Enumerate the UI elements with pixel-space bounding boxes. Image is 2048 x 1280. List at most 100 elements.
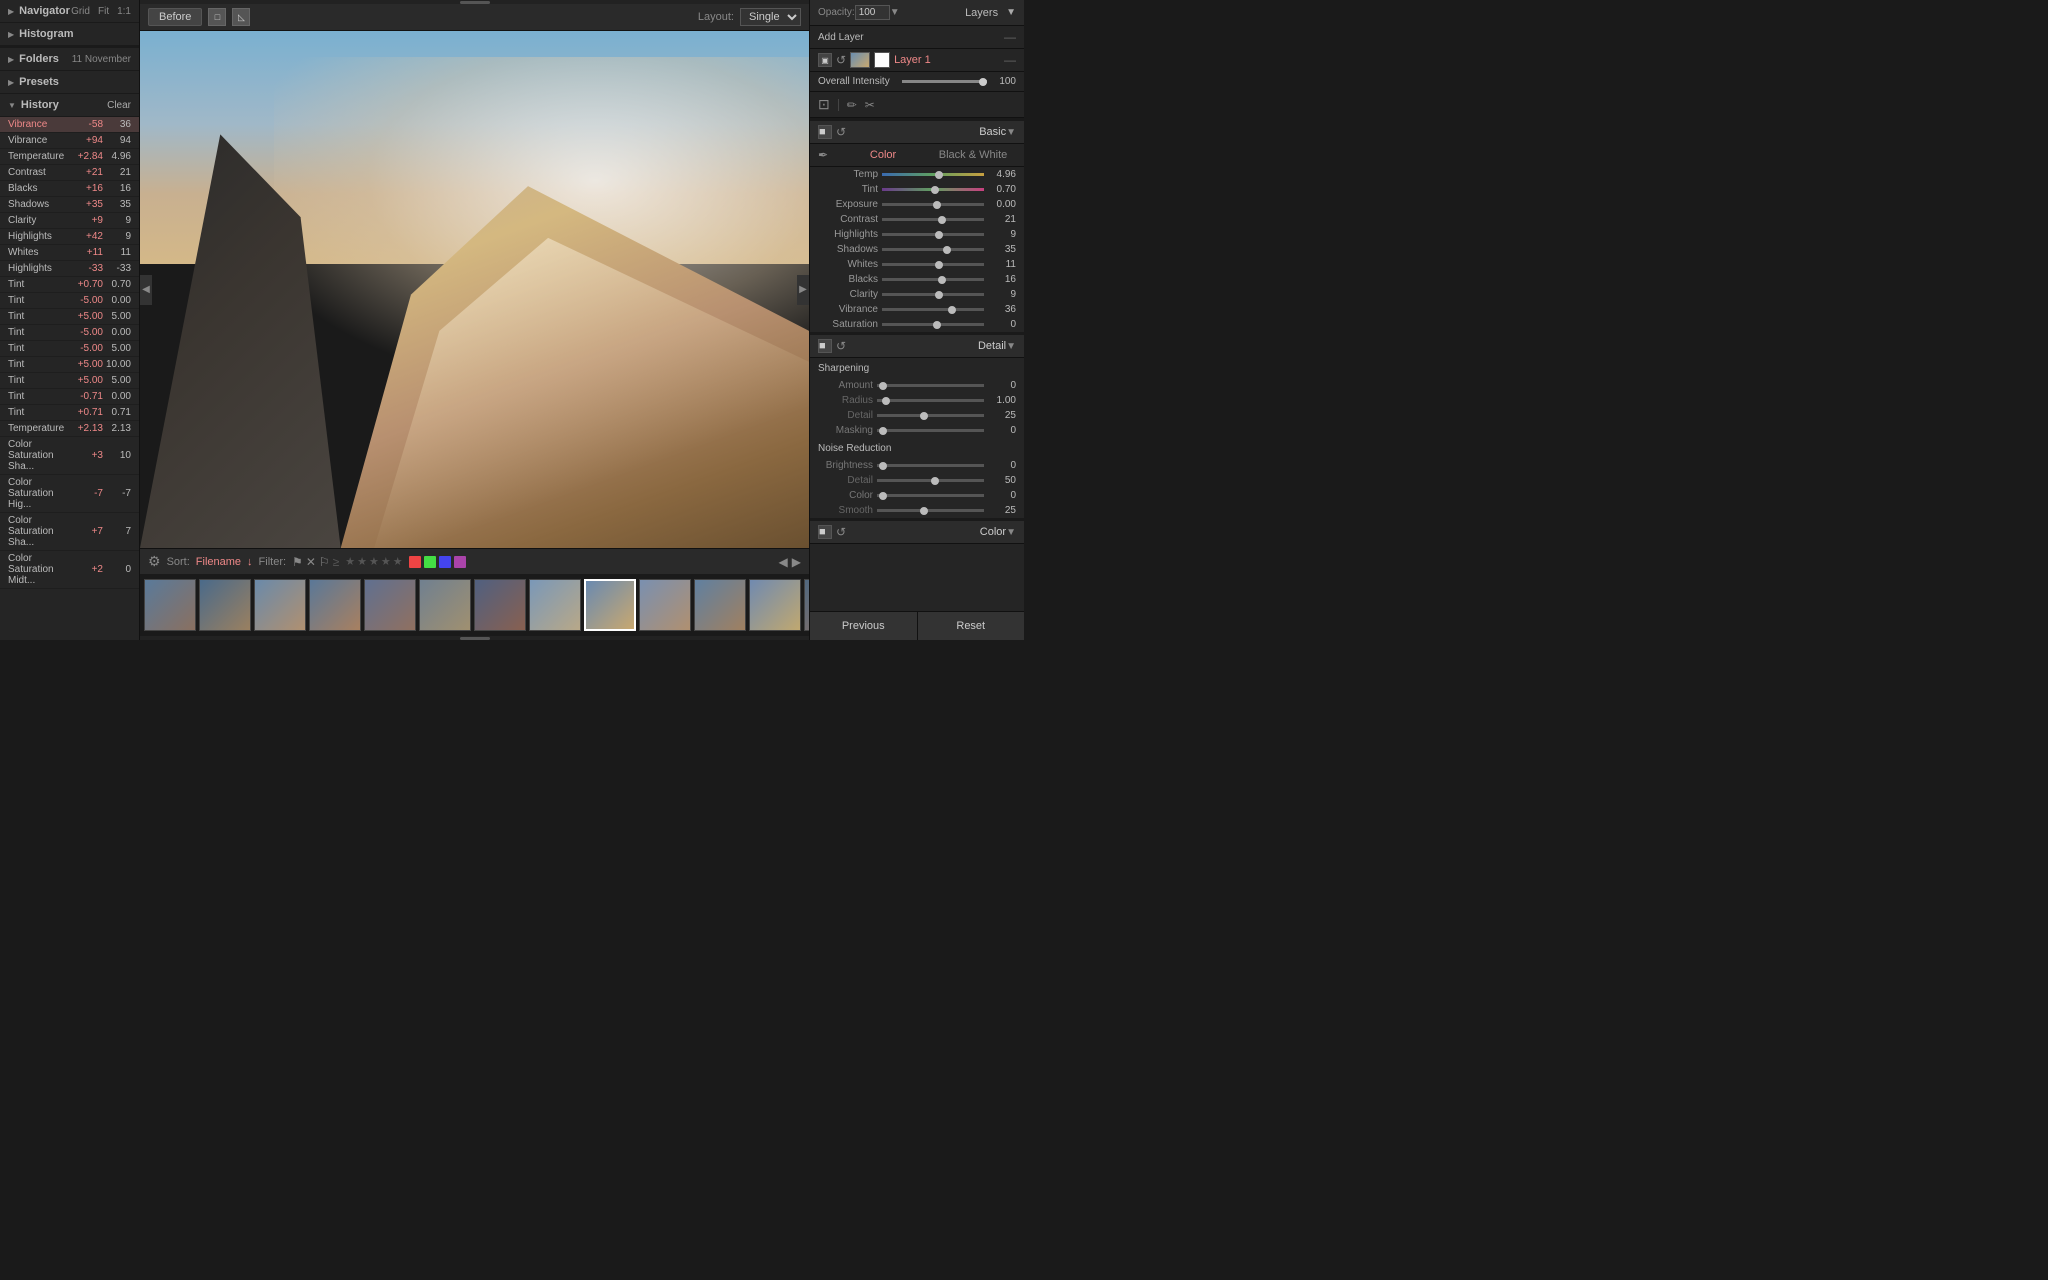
tint-slider[interactable] xyxy=(882,188,984,191)
add-layer-button[interactable]: Add Layer xyxy=(818,32,1004,43)
erase-tool-icon[interactable]: ✂ xyxy=(865,98,875,112)
history-item-21[interactable]: Color Saturation Hig... -7 -7 xyxy=(0,475,139,513)
history-item-6[interactable]: Clarity +9 9 xyxy=(0,213,139,229)
navigator-header[interactable]: ▶ Navigator Grid Fit 1:1 xyxy=(0,0,139,23)
filmstrip-next-icon[interactable]: ▶ xyxy=(792,555,801,569)
left-collapse-arrow[interactable]: ◀ xyxy=(140,275,152,305)
nr-detail-slider[interactable] xyxy=(877,479,984,482)
history-clear-button[interactable]: Clear xyxy=(107,100,131,111)
basic-section-header[interactable]: ■ ↺ Basic ▼ xyxy=(810,121,1024,144)
folders-header[interactable]: ▶ Folders 11 November xyxy=(0,48,139,71)
nr-smooth-slider[interactable] xyxy=(877,509,984,512)
color-section-header[interactable]: ■ ↺ Color ▼ xyxy=(810,521,1024,544)
star-1[interactable]: ★ xyxy=(345,555,355,568)
amount-slider[interactable] xyxy=(877,384,984,387)
nr-brightness-slider[interactable] xyxy=(877,464,984,467)
color-refresh-icon[interactable]: ↺ xyxy=(836,525,846,539)
masking-slider[interactable] xyxy=(877,429,984,432)
basic-refresh-icon[interactable]: ↺ xyxy=(836,125,846,139)
filmstrip-thumb-6[interactable] xyxy=(474,579,526,631)
history-item-8[interactable]: Whites +11 11 xyxy=(0,245,139,261)
flag-filter-icon[interactable]: ⚑ xyxy=(292,555,303,569)
filmstrip-prev-icon[interactable]: ◀ xyxy=(779,555,788,569)
basic-section-icon[interactable]: ■ xyxy=(818,125,832,139)
filmstrip-thumb-2[interactable] xyxy=(254,579,306,631)
brush-tool-icon[interactable]: ✏ xyxy=(847,98,857,112)
layer-delete-icon[interactable]: — xyxy=(1004,53,1016,67)
opacity-input[interactable]: 100 xyxy=(855,5,890,20)
clarity-slider[interactable] xyxy=(882,293,984,296)
detail-refresh-icon[interactable]: ↺ xyxy=(836,339,846,353)
history-item-18[interactable]: Tint +0.71 0.71 xyxy=(0,405,139,421)
star-4[interactable]: ★ xyxy=(381,555,391,568)
layers-dropdown-arrow[interactable]: ▼ xyxy=(1006,7,1016,18)
reset-button[interactable]: Reset xyxy=(918,612,1025,640)
detail-collapse-icon[interactable]: ▼ xyxy=(1006,341,1016,352)
star-2[interactable]: ★ xyxy=(357,555,367,568)
flag-reject-icon[interactable]: ✕ xyxy=(306,555,316,569)
exposure-slider[interactable] xyxy=(882,203,984,206)
layer-visibility-icon[interactable]: ▣ xyxy=(818,53,832,67)
history-item-11[interactable]: Tint -5.00 0.00 xyxy=(0,293,139,309)
history-item-20[interactable]: Color Saturation Sha... +3 10 xyxy=(0,437,139,475)
history-item-10[interactable]: Tint +0.70 0.70 xyxy=(0,277,139,293)
bw-tab[interactable]: Black & White xyxy=(930,149,1016,161)
filmstrip-thumb-7[interactable] xyxy=(529,579,581,631)
filmstrip-thumb-12[interactable] xyxy=(804,579,809,631)
sort-value[interactable]: Filename xyxy=(196,556,241,568)
filmstrip-thumb-4[interactable] xyxy=(364,579,416,631)
history-item-9[interactable]: Highlights -33 -33 xyxy=(0,261,139,277)
filmstrip-thumb-10[interactable] xyxy=(694,579,746,631)
filmstrip-thumb-8[interactable] xyxy=(584,579,636,631)
history-item-15[interactable]: Tint +5.00 10.00 xyxy=(0,357,139,373)
layout-select[interactable]: Single xyxy=(740,8,801,26)
previous-button[interactable]: Previous xyxy=(810,612,918,640)
color-tab[interactable]: Color xyxy=(840,149,926,161)
detail-section-header[interactable]: ■ ↺ Detail ▼ xyxy=(810,335,1024,358)
opacity-dropdown[interactable]: ▼ xyxy=(890,7,900,18)
contrast-slider[interactable] xyxy=(882,218,984,221)
history-item-1[interactable]: Vibrance +94 94 xyxy=(0,133,139,149)
color-section-icon[interactable]: ■ xyxy=(818,525,832,539)
history-item-0[interactable]: Vibrance -58 36 xyxy=(0,117,139,133)
layer-refresh-icon[interactable]: ↺ xyxy=(836,53,846,67)
crop-tool-icon[interactable]: ⊡ xyxy=(818,96,830,113)
gte-icon[interactable]: ≥ xyxy=(333,555,340,569)
histogram-header[interactable]: ▶ Histogram xyxy=(0,23,139,46)
history-item-12[interactable]: Tint +5.00 5.00 xyxy=(0,309,139,325)
temp-slider[interactable] xyxy=(882,173,984,176)
star-5[interactable]: ★ xyxy=(393,555,403,568)
eyedropper-icon[interactable]: ✒ xyxy=(818,148,828,162)
color-collapse-icon[interactable]: ▼ xyxy=(1006,527,1016,538)
vibrance-slider[interactable] xyxy=(882,308,984,311)
purple-color-filter[interactable] xyxy=(454,556,466,568)
presets-header[interactable]: ▶ Presets xyxy=(0,71,139,94)
history-item-4[interactable]: Blacks +16 16 xyxy=(0,181,139,197)
detail-section-icon[interactable]: ■ xyxy=(818,339,832,353)
whites-slider[interactable] xyxy=(882,263,984,266)
add-layer-x-icon[interactable]: — xyxy=(1004,30,1016,44)
filmstrip-thumb-0[interactable] xyxy=(144,579,196,631)
history-item-17[interactable]: Tint -0.71 0.00 xyxy=(0,389,139,405)
sort-direction-icon[interactable]: ↓ xyxy=(247,556,253,568)
red-color-filter[interactable] xyxy=(409,556,421,568)
green-color-filter[interactable] xyxy=(424,556,436,568)
history-item-14[interactable]: Tint -5.00 5.00 xyxy=(0,341,139,357)
blue-color-filter[interactable] xyxy=(439,556,451,568)
view-mode-button-1[interactable]: □ xyxy=(208,8,226,26)
flag-unflag-icon[interactable]: ⚐ xyxy=(319,555,330,569)
history-item-19[interactable]: Temperature +2.13 2.13 xyxy=(0,421,139,437)
detail-slider[interactable] xyxy=(877,414,984,417)
gear-icon[interactable]: ⚙ xyxy=(148,553,161,570)
star-3[interactable]: ★ xyxy=(369,555,379,568)
filmstrip-thumb-3[interactable] xyxy=(309,579,361,631)
highlights-slider[interactable] xyxy=(882,233,984,236)
saturation-slider[interactable] xyxy=(882,323,984,326)
nr-color-slider[interactable] xyxy=(877,494,984,497)
filmstrip-thumb-9[interactable] xyxy=(639,579,691,631)
radius-slider[interactable] xyxy=(877,399,984,402)
history-item-2[interactable]: Temperature +2.84 4.96 xyxy=(0,149,139,165)
shadows-slider[interactable] xyxy=(882,248,984,251)
history-item-5[interactable]: Shadows +35 35 xyxy=(0,197,139,213)
filmstrip-thumb-5[interactable] xyxy=(419,579,471,631)
